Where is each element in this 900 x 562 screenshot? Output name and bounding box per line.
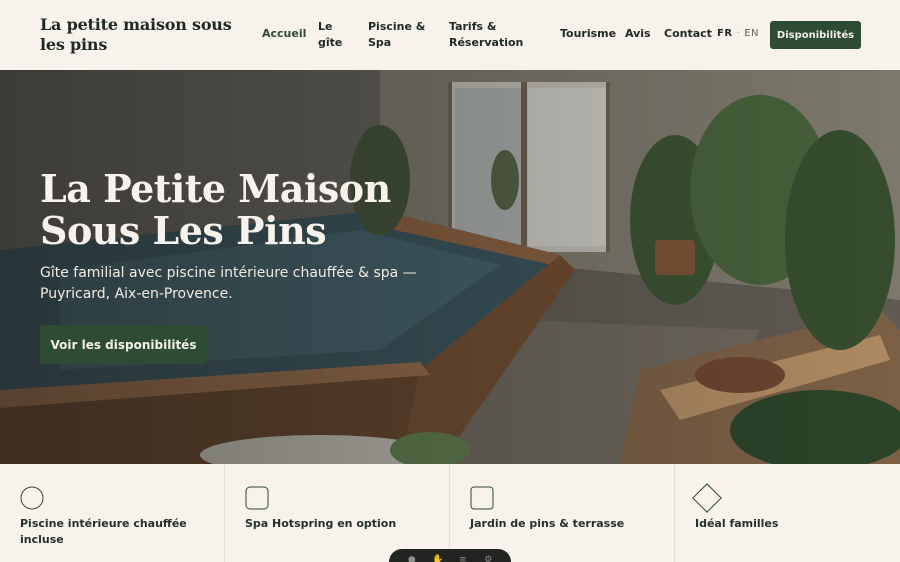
feature-item: Jardin de pins & terrasse bbox=[450, 464, 675, 562]
hero-section: La Petite Maison Sous Les Pins Gîte fami… bbox=[0, 70, 900, 464]
pointer-icon[interactable]: ● bbox=[407, 555, 417, 562]
lang-fr[interactable]: FR bbox=[717, 28, 733, 39]
lang-en[interactable]: EN bbox=[744, 28, 759, 39]
rounded-square-icon bbox=[470, 486, 494, 510]
lang-separator: · bbox=[736, 28, 741, 39]
feature-label: Jardin de pins & terrasse bbox=[470, 517, 625, 530]
nav-le-gite[interactable]: Le gîte bbox=[318, 19, 350, 51]
feature-label: Spa Hotspring en option bbox=[245, 517, 397, 530]
circle-icon bbox=[20, 486, 44, 510]
floating-toolbar[interactable]: ● ✋ ≡ ⚙ bbox=[389, 549, 511, 562]
features-strip: Piscine intérieure chauffée incluse Spa … bbox=[0, 464, 900, 562]
hero-title: La Petite Maison Sous Les Pins bbox=[40, 166, 391, 253]
hero-subtitle: Gîte familial avec piscine intérieure ch… bbox=[40, 265, 417, 302]
rounded-square-icon bbox=[245, 486, 269, 510]
feature-item: Idéal familles bbox=[675, 464, 900, 562]
site-header: La petite maison sous les pins Accueil L… bbox=[0, 0, 900, 70]
nav-tarifs-reservation[interactable]: Tarifs & Réservation bbox=[449, 19, 527, 51]
check-availability-button[interactable]: Voir les disponibilités bbox=[40, 325, 207, 364]
hand-icon[interactable]: ✋ bbox=[432, 555, 443, 562]
language-switcher: FR · EN bbox=[717, 28, 759, 39]
nav-tourisme[interactable]: Tourisme bbox=[560, 26, 618, 42]
feature-label: Idéal familles bbox=[695, 517, 779, 530]
feature-item: Piscine intérieure chauffée incluse bbox=[0, 464, 225, 562]
nav-accueil[interactable]: Accueil bbox=[262, 26, 310, 42]
settings-icon[interactable]: ⚙ bbox=[483, 555, 493, 562]
diamond-icon bbox=[692, 483, 722, 513]
feature-label: Piscine intérieure chauffée incluse bbox=[20, 517, 187, 546]
availability-button[interactable]: Disponibilités bbox=[770, 21, 861, 49]
nav-piscine-spa[interactable]: Piscine & Spa bbox=[368, 19, 426, 51]
feature-item: Spa Hotspring en option bbox=[225, 464, 450, 562]
menu-icon[interactable]: ≡ bbox=[458, 555, 468, 562]
brand-logo[interactable]: La petite maison sous les pins bbox=[40, 15, 240, 55]
nav-contact[interactable]: Contact bbox=[664, 26, 714, 42]
nav-avis[interactable]: Avis bbox=[625, 26, 655, 42]
